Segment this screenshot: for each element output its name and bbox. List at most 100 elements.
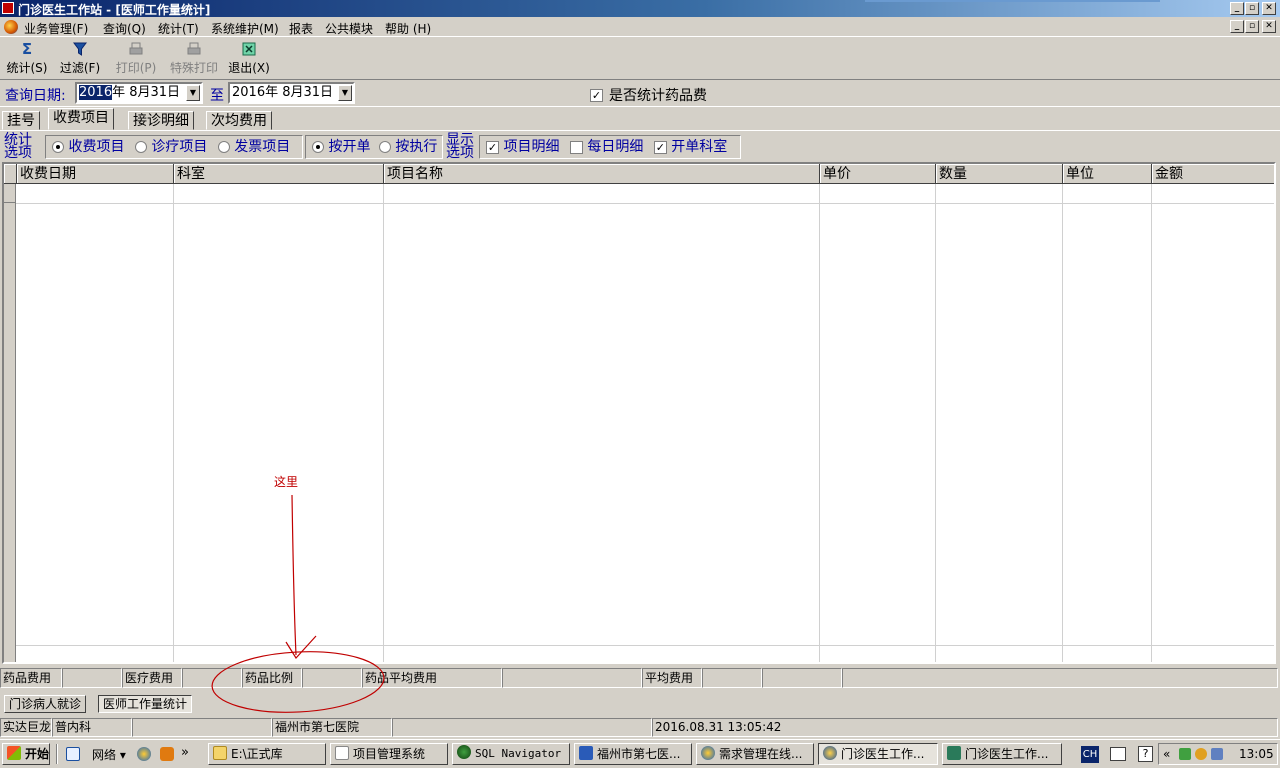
col-unit[interactable]: 单位 bbox=[1063, 164, 1152, 184]
system-tray: « 13:05 bbox=[1158, 743, 1278, 765]
medical-fee-value bbox=[182, 668, 242, 688]
grid-col-line bbox=[819, 184, 820, 662]
from-date-rest: 年 8月31日 bbox=[112, 85, 181, 100]
shield-icon[interactable] bbox=[160, 747, 174, 761]
radio-by-order[interactable]: 按开单 bbox=[312, 139, 370, 155]
stat-button[interactable]: Σ 统计(S) bbox=[4, 38, 50, 78]
col-charge-date[interactable]: 收费日期 bbox=[17, 164, 174, 184]
grid-col-line bbox=[935, 184, 936, 662]
task-folder[interactable]: E:\正式库 bbox=[208, 743, 326, 765]
radio-off-icon bbox=[134, 141, 147, 153]
exit-button[interactable]: 退出(X) bbox=[226, 38, 272, 78]
status-datetime: 2016.08.31 13:05:42 bbox=[652, 718, 1278, 737]
task-word-doc[interactable]: 福州市第七医... bbox=[574, 743, 692, 765]
menu-business[interactable]: 业务管理(F) bbox=[24, 20, 88, 37]
row-indicator[interactable] bbox=[4, 184, 16, 203]
tab-strip: 挂号 收费项目 接诊明细 次均费用 bbox=[0, 108, 1280, 130]
tray-qq-icon[interactable] bbox=[1195, 748, 1207, 760]
mdi-tab-outpatient-visit[interactable]: 门诊病人就诊 bbox=[4, 695, 87, 713]
grid-corner bbox=[4, 164, 17, 184]
title-band bbox=[865, 0, 1160, 2]
check-item-detail[interactable]: ✓ 项目明细 bbox=[486, 139, 559, 155]
radio-charge-items[interactable]: 收费项目 bbox=[52, 139, 124, 155]
tray-expand[interactable]: « bbox=[1163, 744, 1170, 764]
close-button[interactable]: ✕ bbox=[1262, 2, 1276, 15]
app-icon bbox=[2, 2, 14, 14]
query-date-label: 查询日期: bbox=[5, 88, 66, 104]
check-order-dept[interactable]: ✓ 开单科室 bbox=[653, 139, 727, 155]
radio-treatment-items[interactable]: 诊疗项目 bbox=[134, 139, 207, 155]
tab-avg-cost[interactable]: 次均费用 bbox=[206, 111, 272, 130]
stat-label: 统计(S) bbox=[6, 61, 48, 75]
radio-invoice-items[interactable]: 发票项目 bbox=[217, 139, 290, 155]
taskbar: 开始 网络 ▾ » E:\正式库 项目管理系统 SQL Navigator 福州… bbox=[0, 739, 1280, 768]
filter-button[interactable]: 过滤(F) bbox=[56, 38, 104, 78]
minimize-button[interactable]: _ bbox=[1230, 2, 1244, 15]
from-year-selected: 2016 bbox=[79, 85, 113, 100]
menu-common[interactable]: 公共模块 bbox=[325, 20, 373, 37]
checkbox-checked-icon: ✓ bbox=[486, 140, 499, 154]
col-unit-price[interactable]: 单价 bbox=[820, 164, 936, 184]
menu-stat[interactable]: 统计(T) bbox=[158, 20, 199, 37]
child-close-button[interactable]: ✕ bbox=[1262, 20, 1276, 33]
menu-app-icon[interactable] bbox=[4, 20, 18, 34]
menu-system[interactable]: 系统维护(M) bbox=[211, 20, 279, 37]
task-project-mgmt[interactable]: 项目管理系统 bbox=[330, 743, 448, 765]
tab-visit-detail[interactable]: 接诊明细 bbox=[128, 111, 194, 130]
col-item-name[interactable]: 项目名称 bbox=[384, 164, 820, 184]
drug-fee-option[interactable]: ✓ 是否统计药品费 bbox=[590, 85, 707, 105]
quicklaunch-more[interactable]: » bbox=[181, 745, 189, 760]
browser-icon[interactable] bbox=[137, 747, 151, 761]
data-grid[interactable]: 收费日期 科室 项目名称 单价 数量 单位 金额 bbox=[2, 162, 1276, 664]
status-empty-1 bbox=[132, 718, 272, 737]
tab-registration[interactable]: 挂号 bbox=[2, 111, 40, 130]
task-requirements[interactable]: 需求管理在线... bbox=[696, 743, 814, 765]
ime-indicator[interactable]: CH bbox=[1081, 746, 1099, 763]
special-print-label: 特殊打印 bbox=[169, 61, 218, 75]
tab-charge-items[interactable]: 收费项目 bbox=[48, 108, 114, 130]
desktop-shortcut-icon[interactable] bbox=[66, 747, 80, 761]
menu-query[interactable]: 查询(Q) bbox=[103, 20, 146, 37]
tray-monitor-icon[interactable] bbox=[1211, 748, 1223, 760]
col-dept[interactable]: 科室 bbox=[174, 164, 384, 184]
to-date-picker[interactable]: 2016年 8月31日 ▼ bbox=[228, 82, 355, 104]
special-print-button[interactable]: 特殊打印 bbox=[166, 38, 222, 78]
chevron-down-icon[interactable]: ▼ bbox=[186, 85, 200, 101]
radio-off-icon bbox=[217, 141, 230, 153]
child-restore-button[interactable]: ▫ bbox=[1245, 20, 1259, 33]
child-minimize-button[interactable]: _ bbox=[1230, 20, 1244, 33]
help-icon[interactable]: ? bbox=[1138, 746, 1153, 762]
menu-help[interactable]: 帮助 (H) bbox=[385, 20, 431, 37]
start-label: 开始 bbox=[25, 747, 50, 761]
from-date-picker[interactable]: 2016年 8月31日 ▼ bbox=[75, 82, 203, 104]
radio-by-execute[interactable]: 按执行 bbox=[378, 139, 437, 155]
taskbar-divider bbox=[56, 744, 58, 764]
mdi-tab-workload-stat[interactable]: 医师工作量统计 bbox=[98, 695, 193, 713]
mode-options-group: 按开单 按执行 bbox=[305, 135, 443, 159]
col-amount[interactable]: 金额 bbox=[1152, 164, 1274, 184]
grid-row-line bbox=[16, 203, 1274, 204]
start-button[interactable]: 开始 bbox=[2, 743, 50, 765]
radio-on-icon bbox=[52, 141, 64, 153]
drug-ratio-label: 药品比例 bbox=[242, 668, 302, 688]
print-button[interactable]: 打印(P) bbox=[112, 38, 160, 78]
exit-icon bbox=[241, 41, 257, 57]
status-bar: 实达巨龙 普内科 福州市第七医院 2016.08.31 13:05:42 bbox=[0, 717, 1280, 738]
drug-fee-checkbox[interactable]: ✓ bbox=[590, 88, 603, 102]
col-quantity[interactable]: 数量 bbox=[936, 164, 1063, 184]
chevron-down-icon[interactable]: ▼ bbox=[338, 85, 352, 101]
avg-fee-value bbox=[702, 668, 762, 688]
task-sql-navigator[interactable]: SQL Navigator bbox=[452, 743, 570, 765]
checkbox-checked-icon: ✓ bbox=[653, 140, 667, 154]
avg-fee-label: 平均费用 bbox=[642, 668, 702, 688]
keyboard-icon[interactable] bbox=[1110, 747, 1126, 761]
restore-button[interactable]: ▫ bbox=[1245, 2, 1259, 15]
network-quicklaunch[interactable]: 网络 ▾ bbox=[92, 746, 126, 763]
status-dept: 普内科 bbox=[52, 718, 132, 737]
check-daily-detail[interactable]: 每日明细 bbox=[569, 139, 643, 155]
menu-report[interactable]: 报表 bbox=[289, 20, 313, 37]
annotation-text: 这里 bbox=[274, 475, 299, 489]
task-outpatient-active[interactable]: 门诊医生工作... bbox=[818, 743, 938, 765]
task-outpatient-2[interactable]: 门诊医生工作... bbox=[942, 743, 1062, 765]
tray-network-icon[interactable] bbox=[1179, 748, 1191, 760]
